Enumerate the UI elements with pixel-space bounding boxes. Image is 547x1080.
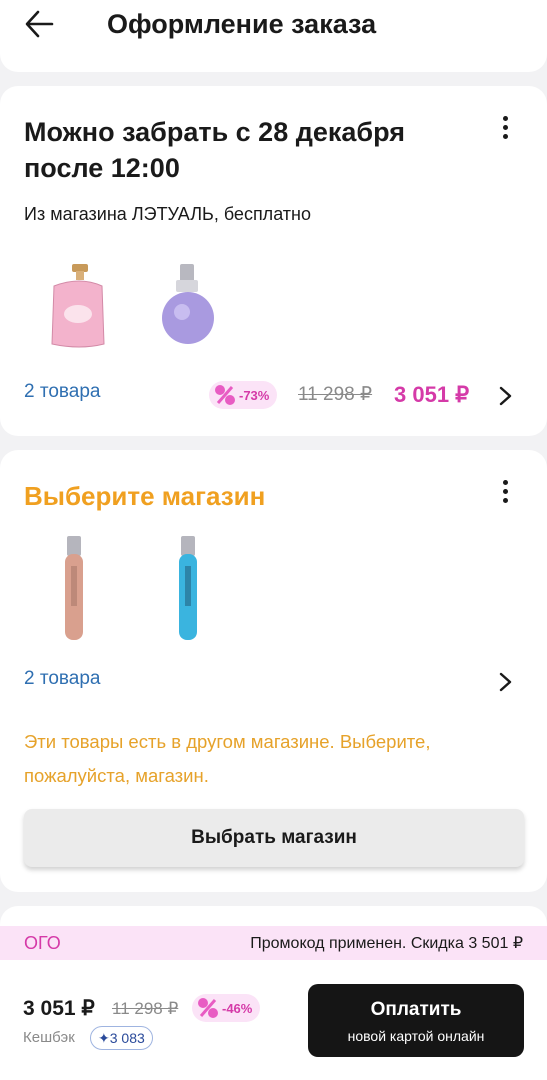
pickup-items-count-link[interactable]: 2 товара xyxy=(24,381,100,403)
pay-button[interactable]: Оплатить новой картой онлайн xyxy=(308,984,524,1057)
checkout-bottom-bar: 3 051 ₽ 11 298 ₽ -46% Кешбэк ✦3 083 Опла… xyxy=(0,960,547,1080)
more-options-icon[interactable] xyxy=(493,116,517,146)
cashback-label: Кешбэк xyxy=(23,1029,75,1046)
more-options-icon[interactable] xyxy=(493,480,517,510)
promo-code-strip: ОГО Промокод применен. Скидка 3 501 ₽ xyxy=(0,926,547,960)
pickup-date-title: Можно забрать с 28 декабря после 12:00 xyxy=(24,117,405,183)
product-image-lipgloss-blue xyxy=(174,536,204,640)
choose-store-title: Выберите магазин xyxy=(24,481,266,511)
cashback-value: ✦3 083 xyxy=(90,1026,153,1050)
pay-button-label: Оплатить xyxy=(370,999,462,1020)
total-discount-text: -46% xyxy=(222,1000,253,1016)
store-warning-text: Эти товары есть в другом магазине. Выбер… xyxy=(24,731,431,786)
percent-icon xyxy=(215,385,235,405)
new-price: 3 051 ₽ xyxy=(394,382,470,407)
total-discount-badge: -46% xyxy=(192,994,261,1022)
promo-code: ОГО xyxy=(24,932,61,953)
pay-button-subtitle: новой картой онлайн xyxy=(347,1028,485,1044)
product-image-perfume-purple xyxy=(160,262,240,352)
choose-store-card: Выберите магазин 2 товара Эти товары ест… xyxy=(0,450,547,892)
old-price: 11 298 ₽ xyxy=(298,384,373,405)
chevron-right-icon[interactable] xyxy=(495,670,515,694)
pickup-store-subtitle: Из магазина ЛЭТУАЛЬ, бесплатно xyxy=(24,204,311,224)
product-image-perfume-pink xyxy=(44,258,124,348)
total-old-price: 11 298 ₽ xyxy=(112,999,179,1018)
discount-badge: -73% xyxy=(209,381,278,409)
choose-store-button[interactable]: Выбрать магазин xyxy=(24,809,524,867)
app-header: Оформление заказа xyxy=(0,0,547,72)
total-price: 3 051 ₽ xyxy=(23,997,95,1020)
percent-icon xyxy=(198,998,218,1018)
promo-applied-message: Промокод применен. Скидка 3 501 ₽ xyxy=(250,935,523,952)
page-title: Оформление заказа xyxy=(107,9,377,39)
product-image-lipgloss-nude xyxy=(60,536,90,640)
pickup-group-card: Можно забрать с 28 декабря после 12:00 И… xyxy=(0,86,547,436)
back-arrow-icon[interactable] xyxy=(22,6,62,42)
chevron-right-icon[interactable] xyxy=(495,384,515,408)
store-items-count-link[interactable]: 2 товара xyxy=(24,668,100,690)
discount-badge-text: -73% xyxy=(239,387,270,403)
